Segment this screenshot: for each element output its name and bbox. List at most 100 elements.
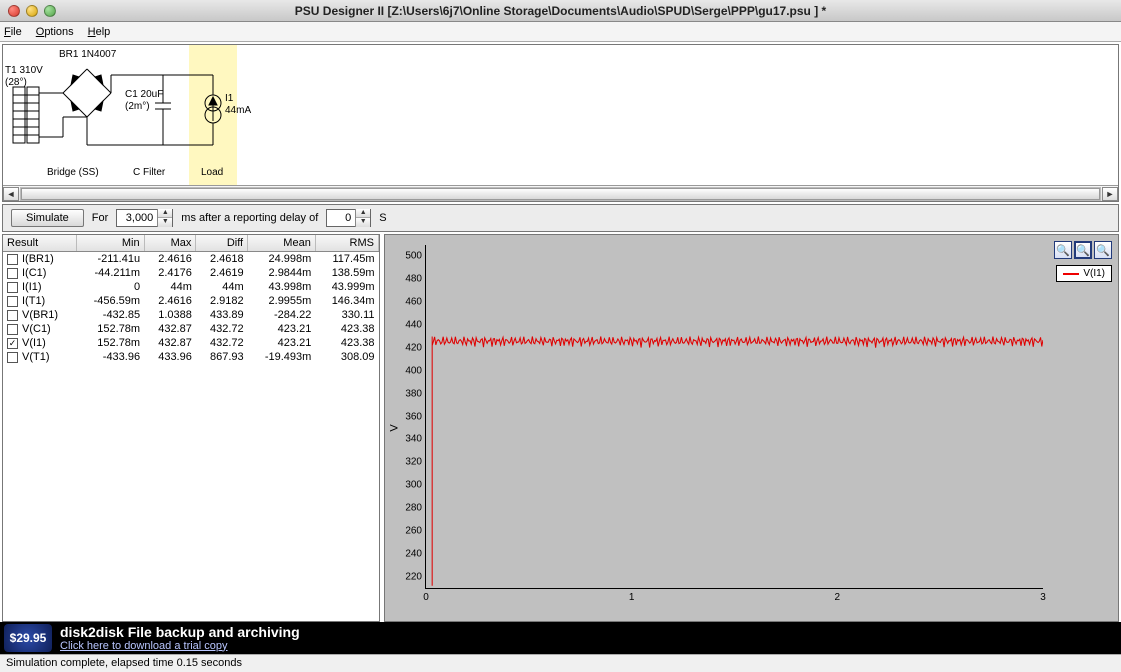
i1-label-1: I1 xyxy=(225,93,233,104)
status-bar: Simulation complete, elapsed time 0.15 s… xyxy=(0,654,1121,672)
ytick-label: 300 xyxy=(405,480,422,491)
ytick-label: 420 xyxy=(405,342,422,353)
table-row[interactable]: I(C1)-44.211m2.41762.46192.9844m138.59m xyxy=(3,266,379,280)
result-name-label: I(BR1) xyxy=(22,253,54,265)
results-header[interactable]: Mean xyxy=(248,235,316,252)
scroll-left-icon[interactable]: ◄ xyxy=(3,187,19,201)
delay-input[interactable] xyxy=(327,212,355,224)
zoom-out-icon[interactable]: 🔍 xyxy=(1094,241,1112,259)
result-name-label: V(T1) xyxy=(22,351,50,363)
menu-options[interactable]: Options xyxy=(36,26,74,38)
result-checkbox[interactable] xyxy=(7,310,18,321)
result-value-cell: 1.0388 xyxy=(144,308,196,322)
result-name-cell[interactable]: I(T1) xyxy=(3,294,76,308)
table-row[interactable]: V(C1)152.78m432.87432.72423.21423.38 xyxy=(3,322,379,336)
zoom-window-button[interactable] xyxy=(44,5,56,17)
scroll-right-icon[interactable]: ► xyxy=(1102,187,1118,201)
ytick-label: 360 xyxy=(405,411,422,422)
menubar: File Options Help xyxy=(0,22,1121,42)
table-row[interactable]: V(BR1) -432.851.0388433.89-284.22330.11 xyxy=(3,308,379,322)
table-row[interactable]: I(T1)-456.59m2.46162.91822.9955m146.34m xyxy=(3,294,379,308)
result-value-cell: 2.4616 xyxy=(144,252,196,267)
results-header[interactable]: Result xyxy=(3,235,76,252)
result-checkbox[interactable] xyxy=(7,268,18,279)
result-checkbox[interactable] xyxy=(7,282,18,293)
spin-down-icon[interactable]: ▼ xyxy=(158,218,172,227)
ms-spinbox[interactable]: ▲▼ xyxy=(116,209,173,227)
simulate-button[interactable]: Simulate xyxy=(11,209,84,227)
result-value-cell: 2.4176 xyxy=(144,266,196,280)
i1-label-2: 44mA xyxy=(225,105,251,116)
results-header[interactable]: RMS xyxy=(315,235,378,252)
result-checkbox[interactable] xyxy=(7,324,18,335)
plot-panel: V 50048046044042040038036034032030028026… xyxy=(384,234,1119,622)
close-window-button[interactable] xyxy=(8,5,20,17)
ms-spin-buttons[interactable]: ▲▼ xyxy=(157,209,172,227)
schematic-hscroll[interactable]: ◄ ► xyxy=(3,185,1118,201)
spin-up-icon[interactable]: ▲ xyxy=(158,209,172,218)
zoom-in-icon[interactable]: 🔍 xyxy=(1054,241,1072,259)
result-value-cell: -44.211m xyxy=(76,266,144,280)
table-row[interactable]: ✓V(I1)152.78m432.87432.72423.21423.38 xyxy=(3,336,379,350)
ms-input[interactable] xyxy=(117,212,157,224)
result-value-cell: 433.96 xyxy=(144,350,196,364)
result-value-cell: 43.998m xyxy=(248,280,316,294)
ytick-label: 460 xyxy=(405,297,422,308)
result-checkbox[interactable] xyxy=(7,352,18,363)
result-name-cell[interactable]: I(BR1) xyxy=(3,252,76,266)
result-checkbox[interactable]: ✓ xyxy=(7,338,18,349)
result-value-cell: 2.9955m xyxy=(248,294,316,308)
sim-control-bar: Simulate For ▲▼ ms after a reporting del… xyxy=(2,204,1119,232)
c1-label-1: C1 20uF xyxy=(125,89,163,100)
ytick-label: 340 xyxy=(405,434,422,445)
ad-banner[interactable]: $29.95 disk2disk File backup and archivi… xyxy=(0,622,1121,654)
result-name-cell[interactable]: V(T1) xyxy=(3,350,76,364)
plot-legend[interactable]: V(I1) xyxy=(1056,265,1112,282)
table-row[interactable]: V(T1)-433.96433.96867.93-19.493m308.09 xyxy=(3,350,379,364)
ms-label: ms after a reporting delay of xyxy=(181,212,318,224)
result-value-cell: -284.22 xyxy=(248,308,316,322)
plot-ylabel: V xyxy=(389,424,401,431)
schematic-diagram[interactable]: T1 310V (28°) BR1 1N4007 C1 20uF (2m°) I… xyxy=(3,45,1118,185)
scroll-track[interactable] xyxy=(20,187,1101,201)
spin-up-icon[interactable]: ▲ xyxy=(356,209,370,218)
menu-help[interactable]: Help xyxy=(88,26,111,38)
result-name-cell[interactable]: V(BR1) xyxy=(3,308,76,322)
result-value-cell: 308.09 xyxy=(315,350,378,364)
result-value-cell: 423.38 xyxy=(315,322,378,336)
scroll-thumb[interactable] xyxy=(21,188,1100,200)
result-value-cell: -432.85 xyxy=(76,308,144,322)
footer-cfilter: C Filter xyxy=(133,167,165,178)
result-name-cell[interactable]: V(C1) xyxy=(3,322,76,336)
ytick-label: 440 xyxy=(405,320,422,331)
result-value-cell: 330.11 xyxy=(315,308,378,322)
result-value-cell: 423.21 xyxy=(248,322,316,336)
results-table[interactable]: ResultMinMaxDiffMeanRMS I(BR1)-211.41u2.… xyxy=(2,234,380,622)
minimize-window-button[interactable] xyxy=(26,5,38,17)
result-name-cell[interactable]: ✓ V(I1) xyxy=(3,336,76,350)
table-row[interactable]: I(BR1)-211.41u2.46162.461824.998m117.45m xyxy=(3,252,379,267)
result-value-cell: 433.89 xyxy=(196,308,248,322)
result-checkbox[interactable] xyxy=(7,296,18,307)
delay-spin-buttons[interactable]: ▲▼ xyxy=(355,209,370,227)
spin-down-icon[interactable]: ▼ xyxy=(356,218,370,227)
result-checkbox[interactable] xyxy=(7,254,18,265)
table-row[interactable]: I(I1)044m44m43.998m43.999m xyxy=(3,280,379,294)
xtick-label: 2 xyxy=(835,592,841,603)
banner-line2[interactable]: Click here to download a trial copy xyxy=(60,640,300,652)
delay-spinbox[interactable]: ▲▼ xyxy=(326,209,371,227)
result-name-cell[interactable]: I(C1) xyxy=(3,266,76,280)
plot-area[interactable]: 5004804604404204003803603403203002802602… xyxy=(425,245,1043,589)
result-name-label: V(BR1) xyxy=(22,309,58,321)
results-header[interactable]: Diff xyxy=(196,235,248,252)
zoom-region-icon[interactable]: 🔍 xyxy=(1074,241,1092,259)
menu-file[interactable]: File xyxy=(4,26,22,38)
schematic-pane: T1 310V (28°) BR1 1N4007 C1 20uF (2m°) I… xyxy=(2,44,1119,202)
result-value-cell: 432.87 xyxy=(144,336,196,350)
results-header[interactable]: Max xyxy=(144,235,196,252)
result-name-cell[interactable]: I(I1) xyxy=(3,280,76,294)
results-header[interactable]: Min xyxy=(76,235,144,252)
result-value-cell: 24.998m xyxy=(248,252,316,267)
result-name-label: V(I1) xyxy=(22,337,46,349)
result-value-cell: 2.9844m xyxy=(248,266,316,280)
